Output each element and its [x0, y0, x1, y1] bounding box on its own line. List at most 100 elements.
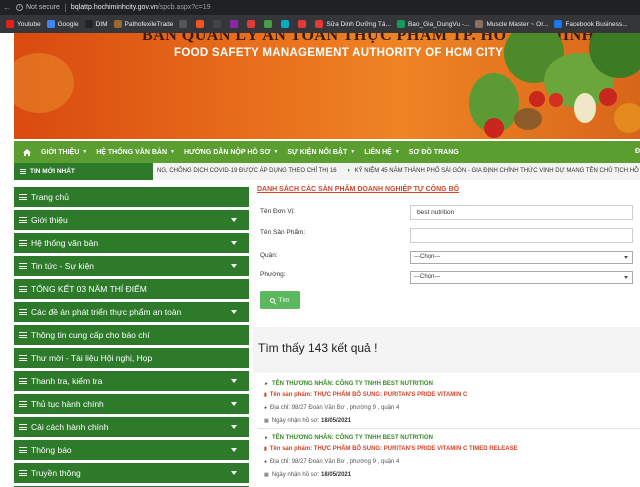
caret-down-icon[interactable]	[231, 402, 237, 406]
sidebar-item[interactable]: Tin tức - Sự kiện	[14, 256, 249, 276]
sidebar-menu: Trang chủ Giới thiệu Hệ thống văn bản Tin t…	[14, 187, 249, 487]
sidebar-item[interactable]: Trang chủ	[14, 187, 249, 207]
product-name-input[interactable]	[410, 228, 633, 243]
nav-item[interactable]: GIỚI THIỆU ▼	[41, 149, 87, 156]
chevron-down-icon: ▼	[170, 149, 175, 155]
bookmark-favicon-icon	[298, 20, 307, 28]
location-icon: ●	[264, 405, 268, 411]
sidebar-item[interactable]: Thông tin cung cấp cho báo chí	[14, 325, 249, 345]
bookmark-item[interactable]	[298, 20, 309, 28]
bookmark-favicon-icon	[315, 20, 324, 28]
bookmark-item[interactable]	[247, 20, 258, 28]
sidebar-item-label: Trang chủ	[31, 192, 69, 202]
caret-down-icon[interactable]	[231, 264, 237, 268]
url-path[interactable]: /spcb.aspx?c=19	[158, 4, 211, 11]
list-icon	[19, 332, 27, 338]
result-product[interactable]: ▮ Tên sản phẩm: THỰC PHẨM BỔ SUNG: PURITA…	[264, 392, 467, 398]
bookmark-item[interactable]	[196, 20, 207, 28]
list-icon	[19, 424, 27, 430]
sidebar-item-label: TỔNG KẾT 03 NĂM THÍ ĐIỂM	[31, 284, 147, 294]
bookmark-item[interactable]: Facebook Business...	[554, 20, 628, 28]
caret-down-icon[interactable]	[231, 425, 237, 429]
sidebar-item[interactable]: Giới thiệu	[14, 210, 249, 230]
nav-item[interactable]: LIÊN HỆ ▼	[364, 149, 400, 156]
vegetable-decoration	[14, 53, 74, 113]
bookmark-item[interactable]: Google	[46, 20, 79, 28]
sidebar-item[interactable]: Hệ thống văn bản	[14, 233, 249, 253]
address-bar[interactable]: ← i Not secure bqlattp.hochiminhcity.gov…	[0, 0, 640, 15]
district-selected: ---Chọn---	[414, 254, 441, 260]
caret-down-icon[interactable]	[231, 241, 237, 245]
sidebar-item[interactable]: Các đề án phát triển thực phẩm an toàn	[14, 302, 249, 322]
ward-select[interactable]: ---Chọn---	[410, 271, 633, 284]
result-product[interactable]: ▮ Tên sản phẩm: THỰC PHẨM BỔ SUNG: PURITA…	[264, 446, 518, 452]
site-banner: BAN QUẢN LÝ AN TOÀN THỰC PHẨM TP. HỒ CHÍ…	[14, 33, 640, 139]
nav-item-label: HỆ THỐNG VĂN BẢN	[96, 148, 167, 156]
bookmark-item[interactable]	[264, 20, 275, 28]
chevron-down-icon: ▼	[82, 149, 88, 155]
nav-overflow-item[interactable]: Đ	[635, 141, 640, 163]
nav-item[interactable]: SƠ ĐỒ TRANG	[409, 149, 459, 156]
unit-label: Tên Đơn Vị:	[260, 208, 295, 215]
ticker-item[interactable]: NG, CHỐNG DỊCH COVID-19 ĐƯỢC ÁP DỤNG THE…	[157, 168, 337, 174]
home-icon[interactable]	[23, 148, 31, 156]
caret-down-icon[interactable]	[231, 310, 237, 314]
ticker-item[interactable]: KỶ NIỆM 45 NĂM THÀNH PHỐ SÀI GÒN - GIA Đ…	[355, 168, 639, 174]
nav-item[interactable]: HƯỚNG DẪN NỘP HỒ SƠ ▼	[184, 149, 278, 156]
bookmark-favicon-icon	[46, 20, 55, 28]
sidebar-item[interactable]: Thủ tục hành chính	[14, 394, 249, 414]
page-title[interactable]: DANH SÁCH CÁC SẢN PHẨM DOANH NGHIỆP TỰ C…	[257, 186, 459, 193]
caret-down-icon[interactable]	[231, 218, 237, 222]
sidebar-item[interactable]: Thư mời - Tài liệu Hội nghị, Họp	[14, 348, 249, 368]
bookmark-item[interactable]: Youtube	[6, 20, 41, 28]
sidebar-item[interactable]: TỔNG KẾT 03 NĂM THÍ ĐIỂM	[14, 279, 249, 299]
chevron-down-icon	[624, 256, 628, 259]
bookmark-label: Youtube	[17, 20, 41, 28]
arrow-icon[interactable]: ←	[0, 0, 14, 15]
caret-down-icon[interactable]	[231, 471, 237, 475]
chevron-down-icon: ▼	[394, 149, 400, 155]
main-navigation: GIỚI THIỆU ▼ HỆ THỐNG VĂN BẢN ▼ HƯỚNG DẪN NỘ…	[14, 141, 640, 163]
bookmark-item[interactable]: Sữa Dinh Dưỡng Tá...	[315, 20, 391, 28]
news-ticker[interactable]: NG, CHỐNG DỊCH COVID-19 ĐƯỢC ÁP DỤNG THE…	[157, 163, 640, 180]
nav-item-label: LIÊN HỆ	[364, 148, 392, 156]
security-indicator[interactable]: i Not secure	[16, 4, 60, 11]
bookmark-item[interactable]: PathofexileTrade	[113, 20, 173, 28]
bookmark-item[interactable]	[213, 20, 224, 28]
sidebar-item[interactable]: Truyền thông	[14, 463, 249, 483]
nav-item[interactable]: SỰ KIỆN NỔI BẬT ▼	[287, 149, 355, 156]
bookmark-item[interactable]	[230, 20, 241, 28]
unit-name-input[interactable]: best nutrition	[410, 205, 633, 220]
bookmark-item[interactable]: DIM	[84, 20, 108, 28]
bookmark-favicon-icon	[554, 20, 563, 28]
sidebar-item-label: Cải cách hành chính	[31, 422, 109, 432]
bookmark-favicon-icon	[247, 20, 256, 28]
result-trader[interactable]: ► TÊN THƯƠNG NHÂN: CÔNG TY TNHH BEST NUTR…	[264, 381, 433, 387]
bookmark-favicon-icon	[264, 20, 273, 28]
result-trader-text: TÊN THƯƠNG NHÂN: CÔNG TY TNHH BEST NUTRI…	[271, 435, 433, 441]
caret-down-icon[interactable]	[231, 448, 237, 452]
result-date-label: Ngày nhận hồ sơ:	[271, 472, 320, 478]
bookmark-item[interactable]: Muscle Master ~ Or...	[475, 20, 548, 28]
vegetable-decoration	[614, 103, 640, 133]
sidebar-item-label: Truyền thông	[31, 468, 81, 478]
nav-item[interactable]: HỆ THỐNG VĂN BẢN ▼	[96, 149, 175, 156]
sidebar-item[interactable]: Thanh tra, kiểm tra	[14, 371, 249, 391]
caret-down-icon[interactable]	[231, 379, 237, 383]
banner-subtitle: FOOD SAFETY MANAGEMENT AUTHORITY OF HCM …	[174, 47, 504, 59]
bookmark-item[interactable]: Bao_Gia_DungVu -...	[396, 20, 469, 28]
info-icon: i	[16, 4, 23, 11]
bookmark-item[interactable]	[179, 20, 190, 28]
search-button[interactable]: Tìm	[260, 291, 300, 309]
url-host[interactable]: bqlattp.hochiminhcity.gov.vn	[71, 4, 158, 11]
district-label: Quận:	[260, 252, 278, 259]
bookmark-item[interactable]	[281, 20, 292, 28]
sidebar-item[interactable]: Cải cách hành chính	[14, 417, 249, 437]
sidebar-item[interactable]: Thông báo	[14, 440, 249, 460]
result-trader[interactable]: ► TÊN THƯƠNG NHÂN: CÔNG TY TNHH BEST NUTR…	[264, 435, 433, 441]
district-select[interactable]: ---Chọn---	[410, 251, 633, 264]
vegetable-decoration	[549, 93, 563, 107]
bookmark-label: Facebook Business...	[565, 20, 628, 28]
vegetable-decoration	[484, 118, 504, 138]
bookmark-label: Google	[57, 20, 79, 28]
